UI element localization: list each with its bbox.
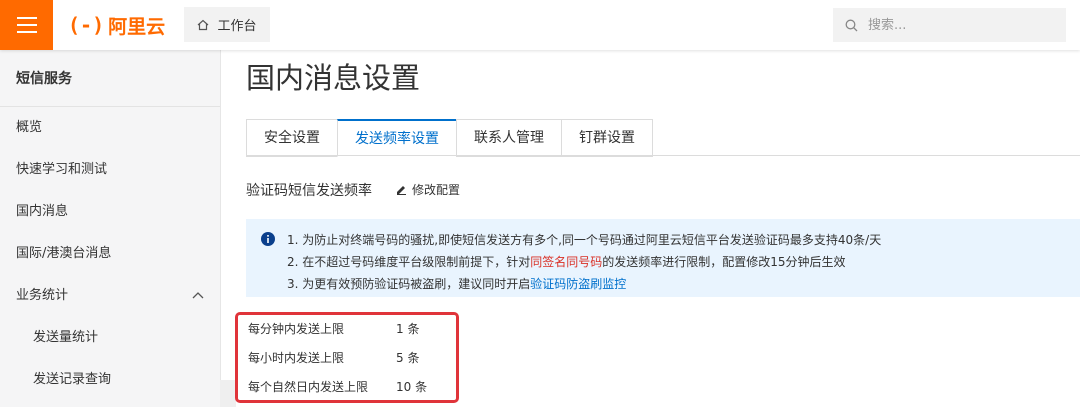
- tab-bar: 安全设置 发送频率设置 联系人管理 钉群设置: [246, 119, 653, 157]
- tab-divider: [246, 155, 1080, 156]
- edit-icon: [397, 186, 406, 195]
- search-input[interactable]: [866, 16, 1050, 34]
- search-icon: [845, 19, 858, 31]
- search-box[interactable]: [833, 8, 1066, 42]
- notice-highlight: 同签名同号码: [530, 255, 603, 269]
- limit-row-hour: 每小时内发送上限 5 条: [248, 349, 419, 366]
- chevron-up-icon[interactable]: [192, 275, 204, 317]
- sidebar-item-label: 国内消息: [16, 204, 69, 219]
- limit-label: 每分钟内发送上限: [248, 322, 345, 336]
- anti-fraud-monitor-link[interactable]: 验证码防盗刷监控: [530, 277, 626, 291]
- logo-mark: (-): [68, 13, 105, 37]
- sidebar: 短信服务 概览 快速学习和测试 国内消息 国际/港澳台消息 业务统计 发送量统计…: [0, 50, 221, 407]
- section-title: 验证码短信发送频率: [246, 183, 372, 199]
- tab-send-frequency[interactable]: 发送频率设置: [337, 119, 456, 157]
- sidebar-item-label: 业务统计: [16, 288, 69, 303]
- sidebar-item-label: 快速学习和测试: [16, 162, 108, 177]
- sidebar-title: 短信服务: [0, 50, 220, 107]
- limit-value: 5 条: [396, 351, 420, 365]
- sidebar-item-label: 国际/港澳台消息: [16, 246, 112, 261]
- sidebar-item-label: 发送量统计: [33, 330, 99, 345]
- sidebar-item-send-stats[interactable]: 发送量统计: [0, 317, 220, 359]
- info-icon: [261, 232, 275, 246]
- notice-line-2-rest: 的发送频率进行限制，配置修改15分钟后生效: [602, 255, 846, 269]
- limit-label: 每小时内发送上限: [248, 351, 345, 365]
- edit-config-label: 修改配置: [412, 183, 461, 197]
- notice-line-1: 1. 为防止对终端号码的骚扰,即使短信发送方有多个,同一个号码通过阿里云短信平台…: [287, 233, 882, 247]
- edit-config-button[interactable]: 修改配置: [396, 181, 460, 198]
- limit-label: 每个自然日内发送上限: [248, 380, 369, 394]
- sidebar-item-send-records[interactable]: 发送记录查询: [0, 359, 220, 401]
- menu-icon[interactable]: [0, 0, 53, 50]
- sidebar-item-statistics[interactable]: 业务统计: [0, 275, 220, 317]
- sidebar-item-quick-start[interactable]: 快速学习和测试: [0, 149, 220, 191]
- home-icon: [198, 19, 209, 30]
- sidebar-item-overview[interactable]: 概览: [0, 107, 220, 149]
- limit-value: 1 条: [396, 322, 420, 336]
- tab-dingtalk-group[interactable]: 钉群设置: [561, 119, 653, 157]
- sidebar-item-international[interactable]: 国际/港澳台消息: [0, 233, 220, 275]
- aliyun-logo[interactable]: (-) 阿里云: [68, 12, 165, 38]
- notice-line-2-text: 2. 在不超过号码维度平台级限制前提下，针对: [287, 255, 531, 269]
- limit-row-minute: 每分钟内发送上限 1 条: [248, 320, 419, 337]
- main-content: 国内消息设置 安全设置 发送频率设置 联系人管理 钉群设置 验证码短信发送频率 …: [221, 50, 1080, 407]
- limits-box: 每分钟内发送上限 1 条 每小时内发送上限 5 条 每个自然日内发送上限 10 条: [235, 312, 459, 403]
- top-bar: (-) 阿里云 工作台: [0, 0, 1080, 50]
- notice-line-3: 3. 为更有效预防验证码被盗刷，建议同时开启验证码防盗刷监控: [287, 275, 626, 292]
- notice-line-2: 2. 在不超过号码维度平台级限制前提下，针对同签名同号码的发送频率进行限制，配置…: [287, 253, 846, 270]
- workbench-button[interactable]: 工作台: [184, 7, 270, 42]
- notice-line-3-text: 3. 为更有效预防验证码被盗刷，建议同时开启: [287, 277, 531, 291]
- page-title: 国内消息设置: [246, 61, 421, 95]
- sidebar-item-domestic[interactable]: 国内消息: [0, 191, 220, 233]
- notice-box: 1. 为防止对终端号码的骚扰,即使短信发送方有多个,同一个号码通过阿里云短信平台…: [246, 219, 1080, 297]
- sidebar-item-label: 发送记录查询: [33, 372, 112, 387]
- limit-row-day: 每个自然日内发送上限 10 条: [248, 378, 427, 395]
- sidebar-item-label: 概览: [16, 120, 43, 135]
- tab-contacts[interactable]: 联系人管理: [456, 119, 561, 157]
- limit-value: 10 条: [396, 380, 428, 394]
- logo-text: 阿里云: [108, 15, 166, 38]
- tab-security[interactable]: 安全设置: [246, 119, 337, 157]
- workbench-label: 工作台: [217, 19, 257, 34]
